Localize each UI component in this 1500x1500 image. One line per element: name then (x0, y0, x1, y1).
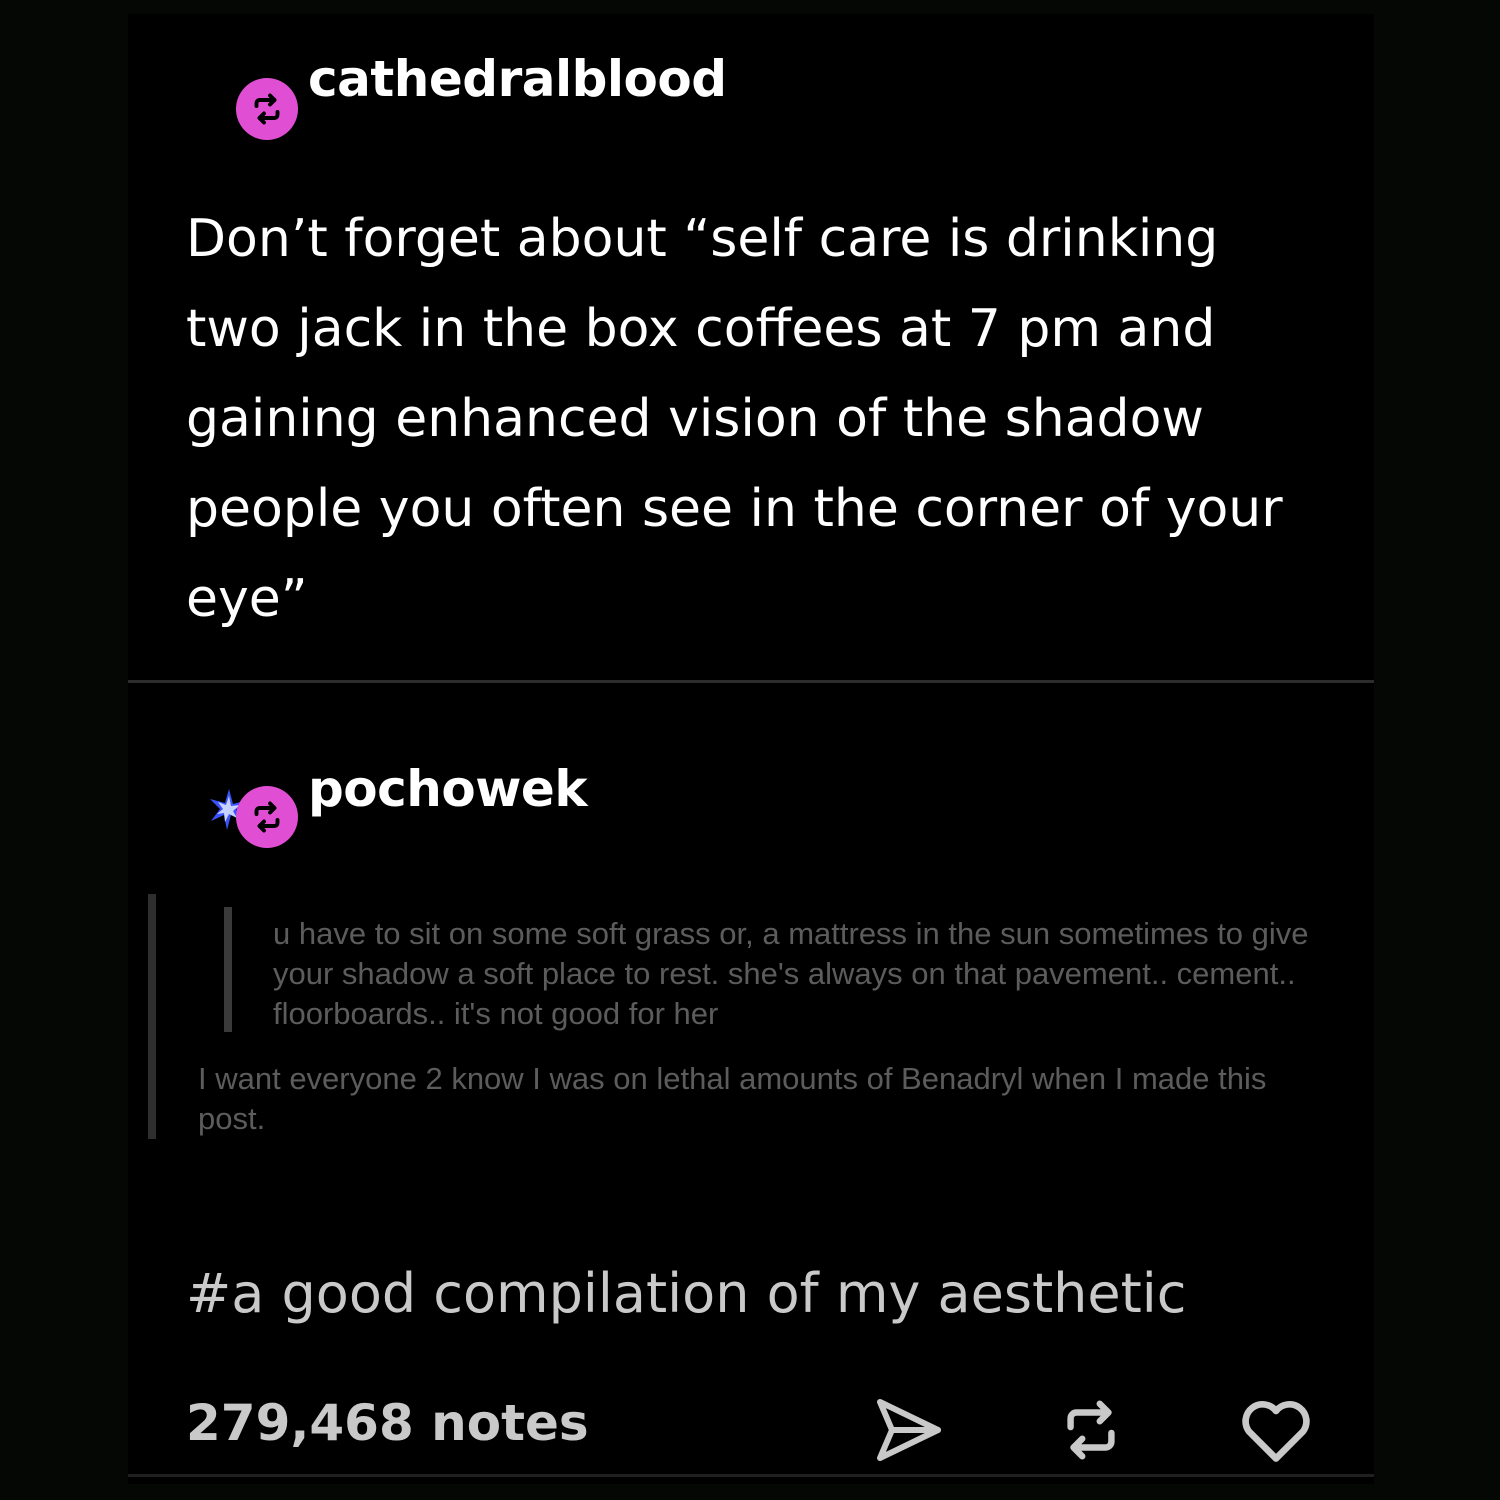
post-card: cathedralblood Don’t forget about “self … (128, 14, 1374, 1484)
reblog-icon (254, 93, 280, 125)
avatar[interactable] (236, 786, 298, 848)
heart-icon (1242, 1401, 1310, 1462)
like-button[interactable] (1238, 1392, 1314, 1468)
reblog-icon (1067, 1400, 1115, 1460)
reply-text: I want everyone 2 know I was on lethal a… (198, 1061, 1267, 1136)
share-button[interactable] (870, 1392, 946, 1468)
avatar[interactable] (236, 78, 298, 140)
quote-border (224, 907, 232, 1032)
tag[interactable]: #a good compilation of my aesthetic (186, 1262, 1186, 1325)
reblog-button[interactable] (1053, 1392, 1129, 1468)
quoted-text: u have to sit on some soft grass or, a m… (273, 916, 1309, 1031)
reblog-icon (254, 801, 280, 833)
quote-border (148, 894, 156, 1139)
share-icon (877, 1399, 941, 1461)
post-body: Don’t forget about “self care is drinkin… (186, 209, 1283, 629)
username[interactable]: pochowek (308, 760, 588, 818)
screenshot-frame: cathedralblood Don’t forget about “self … (0, 0, 1500, 1500)
divider (128, 680, 1374, 683)
username[interactable]: cathedralblood (308, 50, 727, 108)
notes-count[interactable]: 279,468 notes (186, 1394, 589, 1452)
divider (128, 1474, 1374, 1477)
